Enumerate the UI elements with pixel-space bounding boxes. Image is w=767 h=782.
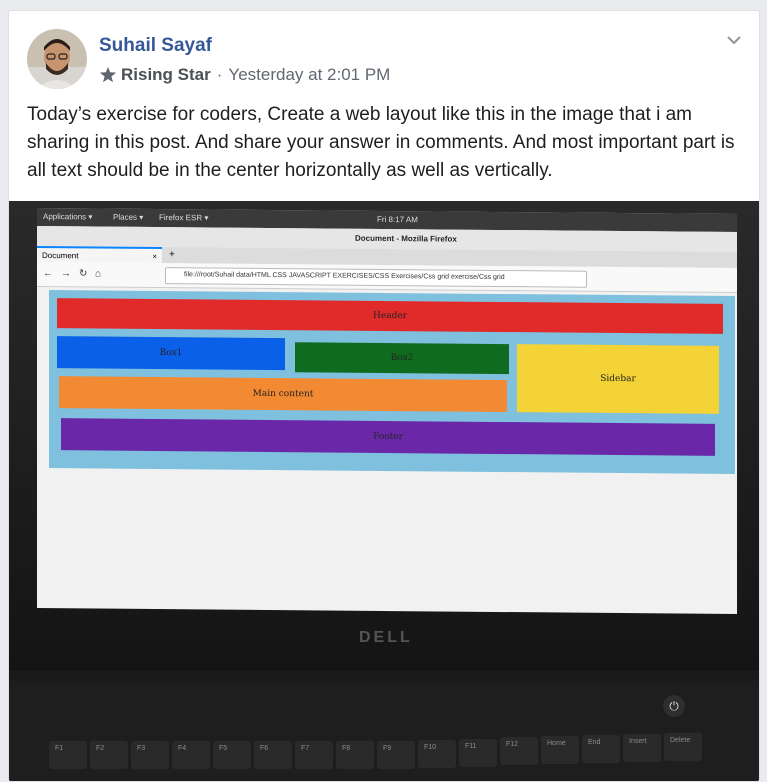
layout-box2: Box2 [295,342,509,375]
layout-header: Header [57,298,723,334]
key-label: Home [547,740,566,748]
forward-icon: → [61,268,71,280]
back-icon: ← [43,267,53,280]
badge-label[interactable]: Rising Star [121,65,211,85]
keyboard-key: F2 [90,741,128,769]
keyboard-key: F10 [418,739,456,768]
key-label: F8 [342,745,351,752]
url-bar: file:///root/Suhail data/HTML CSS JAVASC… [165,267,587,288]
laptop-brand-logo: DELL [359,629,413,646]
laptop-screen: Applications ▾ Places ▾ Firefox ESR ▾ Fr… [37,207,737,615]
clock: Fri 8:17 AM [377,214,418,225]
laptop-lid: Applications ▾ Places ▾ Firefox ESR ▾ Fr… [9,201,759,671]
keyboard-key: F3 [131,741,169,769]
key-label: F4 [178,745,187,752]
key-label: F2 [96,745,105,752]
post-text: Today’s exercise for coders, Create a we… [27,104,735,181]
meta-separator: · [216,65,223,84]
key-label: F7 [301,745,310,752]
post-photo[interactable]: Applications ▾ Places ▾ Firefox ESR ▾ Fr… [9,201,759,781]
rendered-page: Header Box1 Box2 Sidebar Main content Fo… [49,290,735,475]
layout-footer: Footer [61,418,715,456]
post-meta: Rising Star · Yesterday at 2:01 PM [99,65,390,85]
keyboard-key: F6 [254,741,292,769]
star-badge-icon [99,66,117,83]
author-name[interactable]: Suhail Sayaf [99,35,212,57]
key-label: F6 [260,745,269,752]
applications-menu: Applications ▾ [43,211,93,222]
key-label: End [588,739,601,746]
keyboard-key: F11 [459,738,497,767]
home-icon: ⌂ [95,268,102,280]
power-icon: ⏻ [663,695,685,717]
nav-bar: ← → ↻ ⌂ file:///root/Suhail data/HTML CS… [37,261,737,294]
key-label: F9 [383,745,392,752]
window-title: Document - Mozilla Firefox [355,233,457,244]
key-label: F12 [506,741,519,749]
new-tab-icon: + [169,249,175,261]
author-avatar[interactable] [27,29,87,89]
key-label: F10 [424,743,437,751]
keyboard-key: Home [541,736,579,765]
keyboard-key: F9 [377,741,415,769]
key-label: F1 [55,745,64,752]
keyboard-key: F4 [172,741,210,769]
layout-sidebar: Sidebar [517,344,719,414]
key-label: F3 [137,745,146,752]
keyboard-key: F12 [500,737,538,766]
firefox-menu: Firefox ESR ▾ [159,213,209,223]
places-menu: Places ▾ [113,212,144,222]
tab-close-icon: × [152,251,157,261]
tab-label: Document [42,250,79,261]
chevron-down-icon[interactable] [725,31,743,49]
keyboard-key: F5 [213,741,251,769]
keyboard-key: F8 [336,741,374,769]
reload-icon: ↻ [79,268,88,280]
key-label: F11 [465,742,477,750]
keyboard-key: F1 [49,741,87,769]
keyboard-key: F7 [295,741,333,769]
post-timestamp[interactable]: Yesterday at 2:01 PM [228,65,390,85]
key-label: F5 [219,745,228,752]
layout-box1: Box1 [57,336,285,371]
url-text: file:///root/Suhail data/HTML CSS JAVASC… [184,271,505,282]
layout-main-content: Main content [59,376,507,413]
key-label: Insert [629,737,647,745]
post-card: Suhail Sayaf Rising Star · Yesterday at … [8,10,760,782]
keyboard-key: Insert [623,733,661,762]
keyboard-key: Delete [664,732,702,761]
key-label: Delete [670,736,691,744]
keyboard-key: End [582,735,620,763]
